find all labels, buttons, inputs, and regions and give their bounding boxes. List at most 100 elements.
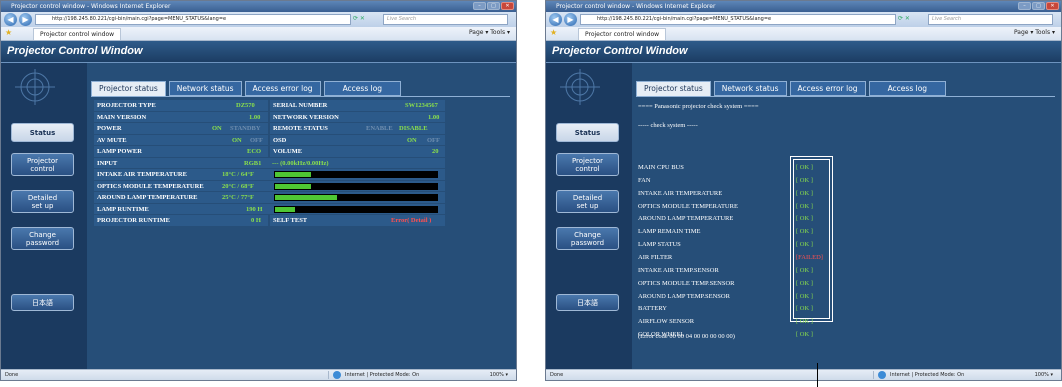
back-icon[interactable]: ◀ — [549, 13, 562, 26]
back-icon[interactable]: ◀ — [4, 13, 17, 26]
maximize-icon[interactable]: □ — [1032, 2, 1045, 10]
forward-icon[interactable]: ▶ — [564, 13, 577, 26]
status-tabs: Projector status Network status Access e… — [91, 81, 402, 96]
check-item-result: [ OK ] — [796, 189, 813, 197]
tab-network-status[interactable]: Network status — [168, 81, 242, 96]
browser-statusbar: Done Internet | Protected Mode: On 100% … — [1, 369, 516, 380]
window-title: Projector control window - Windows Inter… — [1, 1, 516, 12]
maximize-icon[interactable]: □ — [487, 2, 500, 10]
refresh-icon[interactable]: ⟳ ✕ — [353, 15, 365, 22]
url-input[interactable]: http://198.245.80.221/cgi-bin/main.cgi?p… — [35, 14, 351, 25]
temperature-bar — [274, 171, 438, 178]
favorites-star-icon[interactable]: ★ — [5, 28, 12, 37]
check-item-result: [ OK ] — [796, 318, 813, 326]
sidebar-projector-control-button[interactable]: Projector control — [11, 153, 74, 176]
tab-projector-status[interactable]: Projector status — [91, 81, 166, 96]
status-row: MAIN VERSION 1.00 NETWORK VERSION 1.00 — [94, 111, 445, 124]
page-header: Projector Control Window — [1, 41, 516, 63]
sidebar-language-button[interactable]: 日本語 — [556, 294, 619, 311]
check-subheader: ----- check system ----- — [638, 122, 698, 129]
status-row: INTAKE AIR TEMPERATURE 18°C / 64°F — [94, 169, 445, 181]
status-label: AV MUTE — [97, 136, 127, 144]
zone-label: Internet | Protected Mode: On — [890, 372, 965, 378]
zone-label: Internet | Protected Mode: On — [345, 372, 420, 378]
status-label: INTAKE AIR TEMPERATURE — [97, 171, 187, 178]
check-item-result: [ OK ] — [796, 266, 813, 274]
browser-window-self-test: Projector control window - Windows Inter… — [545, 0, 1062, 381]
check-item-result: [ OK ] — [796, 202, 813, 210]
check-item-result: [ OK ] — [796, 241, 813, 249]
refresh-icon[interactable]: ⟳ ✕ — [898, 15, 910, 22]
globe-icon — [333, 371, 341, 379]
window-controls: – □ ✕ — [473, 2, 514, 10]
check-item-result: [ OK ] — [796, 279, 813, 287]
sidebar-change-password-button[interactable]: Change password — [11, 227, 74, 250]
status-value: 20°C / 68°F — [222, 182, 254, 190]
tab-access-log[interactable]: Access log — [868, 81, 947, 96]
input-signal-value: --- (0.00kHz/0.00Hz) — [272, 159, 329, 167]
address-bar: ◀ ▶ http://198.245.80.221/cgi-bin/main.c… — [1, 12, 516, 27]
check-item-label: FAN — [638, 176, 651, 184]
check-item-result: [ OK ] — [796, 176, 813, 184]
av-mute-off-value: OFF — [250, 136, 263, 144]
sidebar-projector-control-button[interactable]: Projector control — [556, 153, 619, 176]
check-item-result: [ OK ] — [796, 331, 813, 339]
check-item-label: BATTERY — [638, 305, 667, 313]
browser-tab[interactable]: Projector control window — [33, 28, 122, 40]
favorites-star-icon[interactable]: ★ — [550, 28, 557, 37]
tab-divider — [91, 96, 510, 97]
content-panel: Projector status Network status Access e… — [632, 63, 1061, 369]
page-tools-menu[interactable]: Page ▾ Tools ▾ — [1014, 29, 1055, 36]
search-input[interactable]: Live Search — [928, 14, 1053, 25]
self-test-error-link[interactable]: Error( Detail ) — [391, 215, 431, 227]
check-item-result: [FAILED] — [796, 253, 823, 261]
status-label: VOLUME — [273, 148, 303, 155]
close-icon[interactable]: ✕ — [1046, 2, 1059, 10]
search-input[interactable]: Live Search — [383, 14, 508, 25]
status-table: PROJECTOR TYPE DZ570 SERIAL NUMBER SW123… — [94, 100, 445, 227]
status-value: ECO — [247, 148, 262, 155]
sidebar-change-password-button[interactable]: Change password — [556, 227, 619, 250]
zoom-control[interactable]: 100% ▾ — [490, 370, 508, 380]
sidebar-detailed-setup-button[interactable]: Detailed set up — [11, 190, 74, 213]
browser-statusbar: Done Internet | Protected Mode: On 100% … — [546, 369, 1061, 380]
status-label: POWER — [97, 125, 122, 132]
sidebar-status-button[interactable]: Status — [11, 123, 74, 142]
tab-access-error-log[interactable]: Access error log — [244, 81, 321, 96]
minimize-icon[interactable]: – — [1018, 2, 1031, 10]
tab-network-status[interactable]: Network status — [713, 81, 787, 96]
status-row: AROUND LAMP TEMPERATURE 25°C / 77°F — [94, 192, 445, 204]
browser-tab[interactable]: Projector control window — [578, 28, 667, 40]
zoom-control[interactable]: 100% ▾ — [1035, 370, 1053, 380]
status-value: 25°C / 77°F — [222, 194, 254, 201]
status-label: MAIN VERSION — [97, 113, 147, 121]
page: Projector Control Window Status Projecto… — [1, 41, 516, 369]
close-icon[interactable]: ✕ — [501, 2, 514, 10]
status-value: 0 H — [251, 217, 261, 224]
tab-access-log[interactable]: Access log — [323, 81, 402, 96]
target-logo-icon — [15, 69, 55, 105]
sidebar-language-button[interactable]: 日本語 — [11, 294, 74, 311]
sidebar-detailed-setup-button[interactable]: Detailed set up — [556, 190, 619, 213]
av-mute-on-value: ON — [232, 136, 242, 144]
page-tools-menu[interactable]: Page ▾ Tools ▾ — [469, 29, 510, 36]
status-label: PROJECTOR RUNTIME — [97, 217, 171, 224]
status-value: 1.00 — [428, 113, 440, 121]
tab-access-error-log[interactable]: Access error log — [789, 81, 866, 96]
status-label: SERIAL NUMBER — [273, 102, 328, 109]
status-value: DZ570 — [236, 102, 255, 109]
tab-projector-status[interactable]: Projector status — [636, 81, 711, 96]
security-zone: Internet | Protected Mode: On — [328, 371, 419, 379]
status-row: PROJECTOR RUNTIME 0 H SELF TEST Error( D… — [94, 215, 445, 227]
status-value: 18°C / 64°F — [222, 171, 254, 178]
browser-window-status: Projector control window - Windows Inter… — [0, 0, 517, 381]
check-item-result: [ OK ] — [796, 215, 813, 223]
content-panel: Projector status Network status Access e… — [87, 63, 516, 369]
forward-icon[interactable]: ▶ — [19, 13, 32, 26]
sidebar-status-button[interactable]: Status — [556, 123, 619, 142]
window-controls: – □ ✕ — [1018, 2, 1059, 10]
status-label: AROUND LAMP TEMPERATURE — [97, 194, 198, 201]
window-title: Projector control window - Windows Inter… — [546, 1, 1061, 12]
url-input[interactable]: http://198.245.80.221/cgi-bin/main.cgi?p… — [580, 14, 896, 25]
minimize-icon[interactable]: – — [473, 2, 486, 10]
